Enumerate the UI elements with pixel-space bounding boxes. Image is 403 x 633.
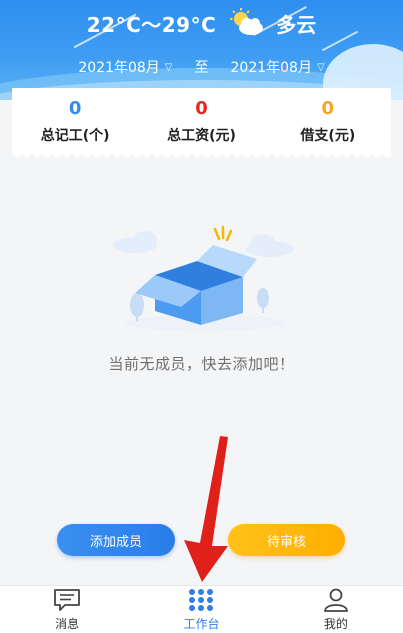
message-icon (53, 588, 81, 612)
nav-label: 工作台 (183, 616, 220, 631)
nav-label: 消息 (55, 616, 80, 631)
chevron-down-icon: ▽ (164, 61, 173, 73)
weather-header: 22°C～29°C 多云 2021年08月 ▽ 至 2021年08月 ▽ (0, 0, 403, 100)
chevron-down-icon: ▽ (316, 61, 325, 73)
end-date-picker[interactable]: 2021年08月 ▽ (231, 57, 325, 77)
temperature-range: 22°C～29°C (86, 12, 217, 37)
start-date-picker[interactable]: 2021年08月 ▽ (78, 57, 172, 77)
stat-total-work[interactable]: 0 总记工(个) (12, 88, 138, 154)
weather-description: 多云 (276, 12, 317, 37)
stat-label: 总记工(个) (40, 127, 110, 144)
weather-row: 22°C～29°C 多云 (0, 8, 403, 38)
empty-box-icon (105, 225, 305, 335)
stat-total-wage[interactable]: 0 总工资(元) (138, 88, 264, 154)
grid-icon (187, 588, 215, 612)
date-separator: 至 (194, 60, 209, 76)
nav-label: 我的 (323, 616, 348, 631)
nav-item-messages[interactable]: 消息 (0, 586, 134, 633)
stat-value: 0 (195, 97, 208, 119)
stat-label: 总工资(元) (167, 127, 236, 144)
add-member-button[interactable]: 添加成员 (57, 524, 175, 556)
bottom-nav: 消息 工作台 我的 (0, 585, 403, 633)
nav-item-workbench[interactable]: 工作台 (134, 586, 268, 633)
nav-item-profile[interactable]: 我的 (269, 586, 403, 633)
pending-review-button[interactable]: 待审核 (228, 524, 345, 556)
stat-value: 0 (68, 97, 82, 119)
partly-cloudy-icon (226, 8, 266, 38)
date-range: 2021年08月 ▽ 至 2021年08月 ▽ (0, 56, 403, 78)
start-date-value: 2021年08月 (78, 60, 160, 76)
user-icon (322, 588, 350, 612)
end-date-value: 2021年08月 (230, 60, 312, 76)
stat-advance[interactable]: 0 借支(元) (265, 88, 391, 154)
annotation-arrow-icon (180, 434, 232, 584)
stat-value: 0 (321, 97, 335, 119)
stat-label: 借支(元) (300, 127, 356, 144)
summary-stats-card: 0 总记工(个) 0 总工资(元) 0 借支(元) (12, 88, 391, 159)
empty-state-message: 当前无成员，快去添加吧！ (108, 355, 295, 373)
